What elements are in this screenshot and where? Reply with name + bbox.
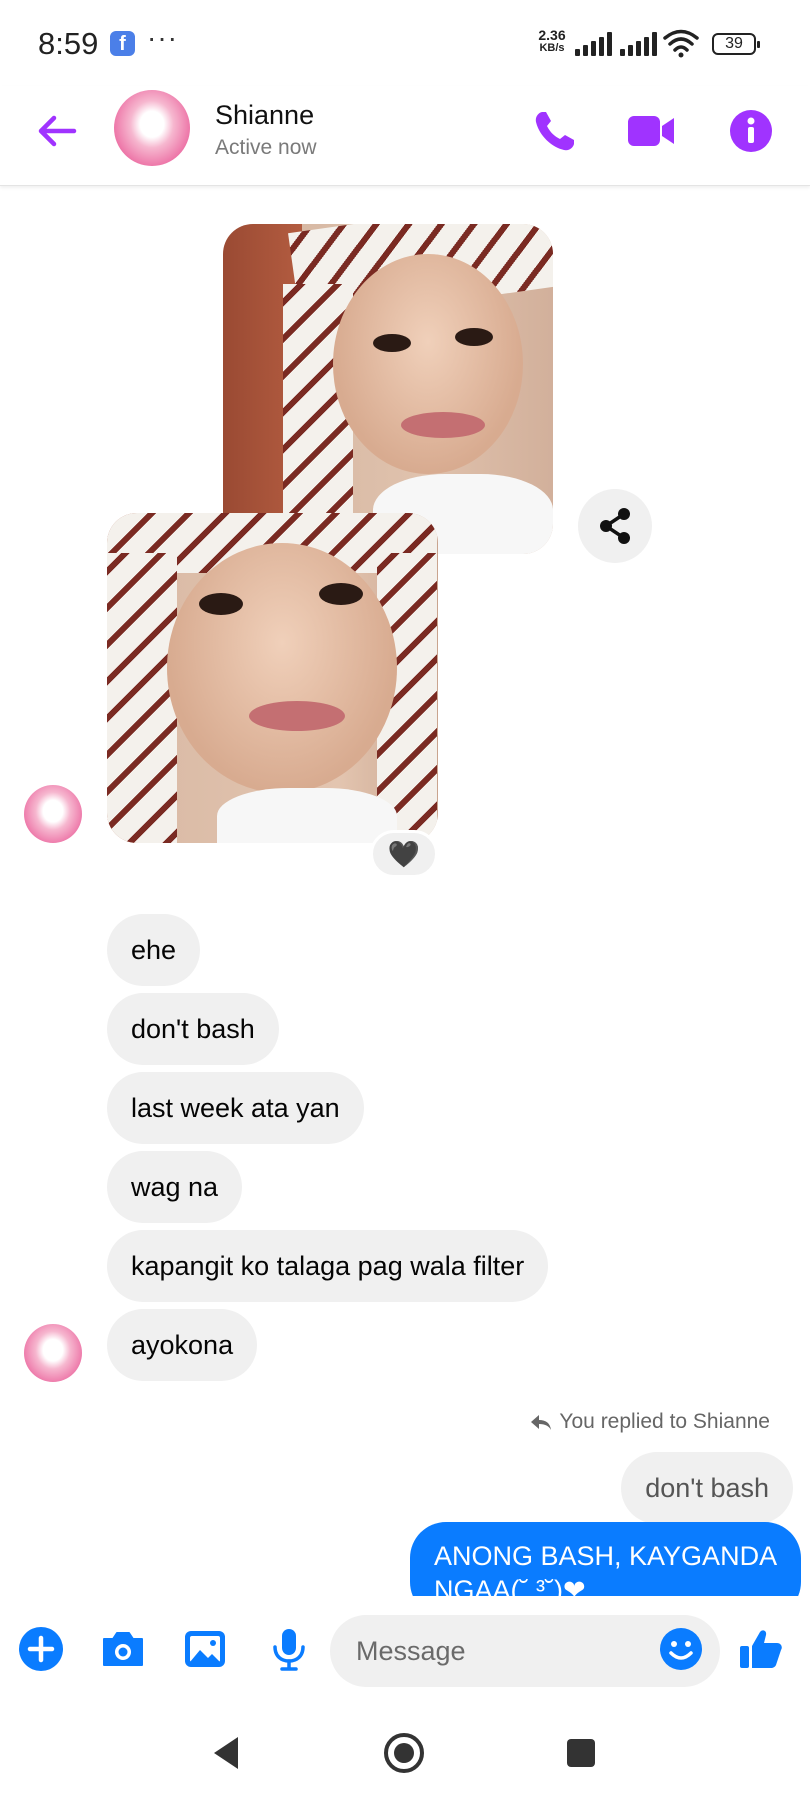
status-bar: 8:59 f ··· 2.36 KB/s 39	[0, 0, 810, 86]
chat-header: Shianne Active now	[0, 86, 810, 186]
outgoing-message-line2: NGAA(˘ ³˘)❤	[434, 1575, 586, 1596]
gallery-icon[interactable]	[180, 1624, 230, 1674]
incoming-message[interactable]: wag na	[107, 1151, 243, 1223]
incoming-message[interactable]: kapangit ko talaga pag wala filter	[107, 1230, 549, 1302]
message-composer	[0, 1596, 810, 1706]
battery-indicator: 39	[712, 33, 760, 55]
incoming-message[interactable]: ehe	[107, 914, 201, 986]
photo-face	[167, 543, 397, 793]
contact-name[interactable]: Shianne	[215, 100, 314, 131]
network-speed-unit: KB/s	[539, 42, 565, 54]
photo-eye-left	[199, 593, 243, 615]
message-list[interactable]: 🖤 ehe don't bash last week ata yan wag n…	[0, 187, 810, 1596]
thumbs-up-icon[interactable]	[736, 1624, 786, 1674]
incoming-message[interactable]: don't bash	[107, 993, 279, 1065]
microphone-icon[interactable]	[264, 1624, 314, 1674]
system-nav-bar	[0, 1706, 810, 1800]
network-speed: 2.36 KB/s	[533, 27, 571, 55]
photo-eye-left	[373, 334, 411, 352]
signal-1-icon	[575, 30, 615, 56]
heart-reaction[interactable]: 🖤	[370, 830, 438, 878]
photo-face	[333, 254, 523, 474]
photo-lips	[249, 701, 345, 731]
more-notifications-icon: ···	[147, 22, 178, 53]
quoted-message[interactable]: don't bash	[621, 1452, 793, 1524]
video-call-icon[interactable]	[624, 104, 678, 158]
nav-recents-icon[interactable]	[556, 1728, 606, 1778]
contact-avatar[interactable]	[114, 90, 190, 166]
phone-call-icon[interactable]	[528, 104, 582, 158]
nav-home-icon[interactable]	[379, 1728, 429, 1778]
photo-eye-right	[455, 328, 493, 346]
emoji-icon[interactable]	[656, 1624, 706, 1674]
shared-photo-2[interactable]	[107, 513, 438, 843]
incoming-message[interactable]: last week ata yan	[107, 1072, 364, 1144]
back-arrow-icon[interactable]	[32, 106, 82, 156]
nav-back-icon[interactable]	[202, 1728, 252, 1778]
reply-indicator-text: You replied to Shianne	[559, 1410, 770, 1433]
photo-scarf-left	[107, 553, 177, 843]
outgoing-message-line1: ANONG BASH, KAYGANDA	[434, 1541, 778, 1571]
reply-indicator: You replied to Shianne	[529, 1410, 770, 1434]
camera-icon[interactable]	[98, 1624, 148, 1674]
sender-avatar[interactable]	[24, 1324, 82, 1382]
info-icon[interactable]	[724, 104, 778, 158]
plus-icon[interactable]	[16, 1624, 66, 1674]
photo-lips	[401, 412, 485, 438]
incoming-message[interactable]: ayokona	[107, 1309, 258, 1381]
contact-status: Active now	[215, 136, 317, 159]
outgoing-message[interactable]: ANONG BASH, KAYGANDA NGAA(˘ ³˘)❤	[410, 1522, 802, 1596]
shared-photo-1[interactable]	[223, 224, 553, 554]
reply-arrow-icon	[531, 1415, 552, 1431]
network-speed-value: 2.36	[538, 27, 566, 43]
signal-2-icon	[620, 30, 660, 56]
photo-eye-right	[319, 583, 363, 605]
sender-avatar[interactable]	[24, 785, 82, 843]
status-time: 8:59	[38, 26, 99, 61]
photo-shirt	[217, 788, 397, 843]
share-icon	[600, 508, 630, 544]
facebook-notification-icon: f	[110, 31, 135, 56]
share-button[interactable]	[578, 489, 652, 563]
wifi-icon	[663, 29, 699, 58]
